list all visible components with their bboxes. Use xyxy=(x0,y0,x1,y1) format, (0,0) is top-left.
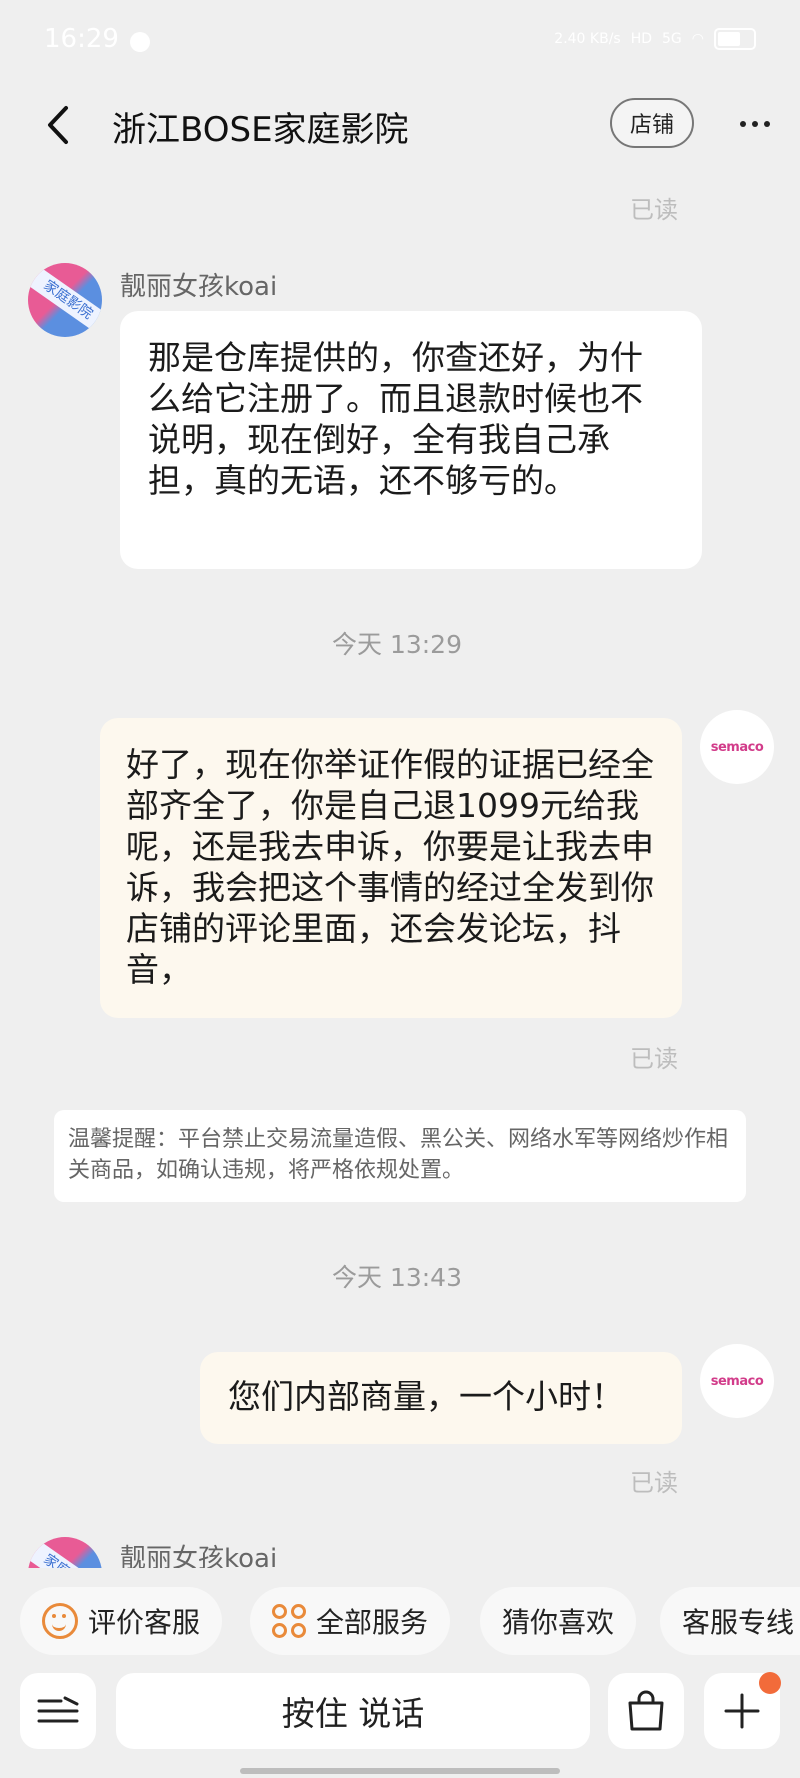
keyboard-toggle-button[interactable] xyxy=(20,1673,96,1749)
plus-icon xyxy=(724,1693,760,1729)
read-status: 已读 xyxy=(630,1045,678,1073)
notification-badge xyxy=(759,1672,781,1694)
dot-icon xyxy=(764,121,770,127)
read-status: 已读 xyxy=(630,1469,678,1497)
sender-name: 靓丽女孩koai xyxy=(120,1544,278,1568)
dot-icon xyxy=(740,121,746,127)
more-options-button[interactable] xyxy=(740,114,780,134)
quick-action-label: 猜你喜欢 xyxy=(502,1606,615,1639)
speed-indicator: 2.40 KB/s xyxy=(554,31,621,47)
message-text: 好了，现在你举证作假的证据已经全部齐全了，你是自己退1099元给我呢，还是我去申… xyxy=(126,745,654,989)
timestamp: 今天 13:43 xyxy=(332,1263,462,1292)
hd-indicator: HD xyxy=(630,31,653,47)
quick-action-label: 评价客服 xyxy=(88,1606,201,1639)
back-button[interactable] xyxy=(40,100,80,150)
avatar[interactable]: semaco xyxy=(700,1344,774,1418)
chat-title: 浙江BOSE家庭影院 xyxy=(112,110,409,150)
message-bubble[interactable]: 您们内部商量，一个小时！ xyxy=(200,1352,682,1444)
quick-action-label: 全部服务 xyxy=(316,1606,429,1639)
sender-name: 靓丽女孩koai xyxy=(120,272,278,302)
quick-action-label: 客服专线 xyxy=(682,1606,795,1639)
message-text: 您们内部商量，一个小时！ xyxy=(228,1377,624,1416)
quick-action-all-services[interactable]: 全部服务 xyxy=(250,1587,451,1655)
notification-dot-icon xyxy=(130,32,150,52)
quick-action-hotline[interactable]: 客服专线 xyxy=(660,1587,800,1655)
message-bubble[interactable]: 那是仓库提供的，你查还好，为什么给它注册了。而且退款时候也不说明，现在倒好，全有… xyxy=(120,311,702,569)
avatar-label: semaco xyxy=(710,1373,764,1389)
platform-notice: 温馨提醒：平台禁止交易流量造假、黑公关、网络水军等网络炒作相关商品，如确认违规，… xyxy=(54,1110,746,1202)
back-arrow-icon xyxy=(48,106,68,144)
read-status: 已读 xyxy=(630,196,678,224)
message-text: 那是仓库提供的，你查还好，为什么给它注册了。而且退款时候也不说明，现在倒好，全有… xyxy=(148,338,643,500)
smile-icon xyxy=(42,1603,78,1639)
network-indicator: 5G xyxy=(662,31,682,47)
shopping-bag-icon xyxy=(628,1690,664,1731)
battery-icon xyxy=(714,28,756,50)
dot-icon xyxy=(752,121,758,127)
shopping-bag-button[interactable] xyxy=(608,1673,684,1749)
status-icons: 2.40 KB/s HD 5G ◠ xyxy=(554,28,756,50)
hold-to-talk-button[interactable]: 按住 说话 xyxy=(116,1673,590,1749)
avatar-label: 家庭影院 xyxy=(28,263,102,337)
avatar[interactable]: 家庭影院 xyxy=(28,1537,102,1568)
quick-action-rate-service[interactable]: 评价客服 xyxy=(20,1587,223,1655)
avatar-label: semaco xyxy=(710,739,764,755)
timestamp: 今天 13:29 xyxy=(332,630,462,659)
avatar[interactable]: semaco xyxy=(700,710,774,784)
notice-text: 温馨提醒：平台禁止交易流量造假、黑公关、网络水军等网络炒作相关商品，如确认违规，… xyxy=(68,1127,729,1183)
avatar[interactable]: 家庭影院 xyxy=(28,263,102,337)
quick-action-recommend[interactable]: 猜你喜欢 xyxy=(480,1587,637,1655)
avatar-label: 家庭影院 xyxy=(28,1537,102,1568)
wifi-icon: ◠ xyxy=(691,31,704,47)
message-row-partial: 家庭影院 靓丽女孩koai xyxy=(0,1500,800,1568)
message-bubble[interactable]: 好了，现在你举证作假的证据已经全部齐全了，你是自己退1099元给我呢，还是我去申… xyxy=(100,718,682,1018)
status-time: 16:29 xyxy=(44,24,119,54)
home-indicator[interactable] xyxy=(240,1768,560,1774)
store-button[interactable]: 店铺 xyxy=(610,98,694,148)
grid-icon xyxy=(272,1604,306,1638)
keyboard-lines-icon xyxy=(37,1696,79,1723)
